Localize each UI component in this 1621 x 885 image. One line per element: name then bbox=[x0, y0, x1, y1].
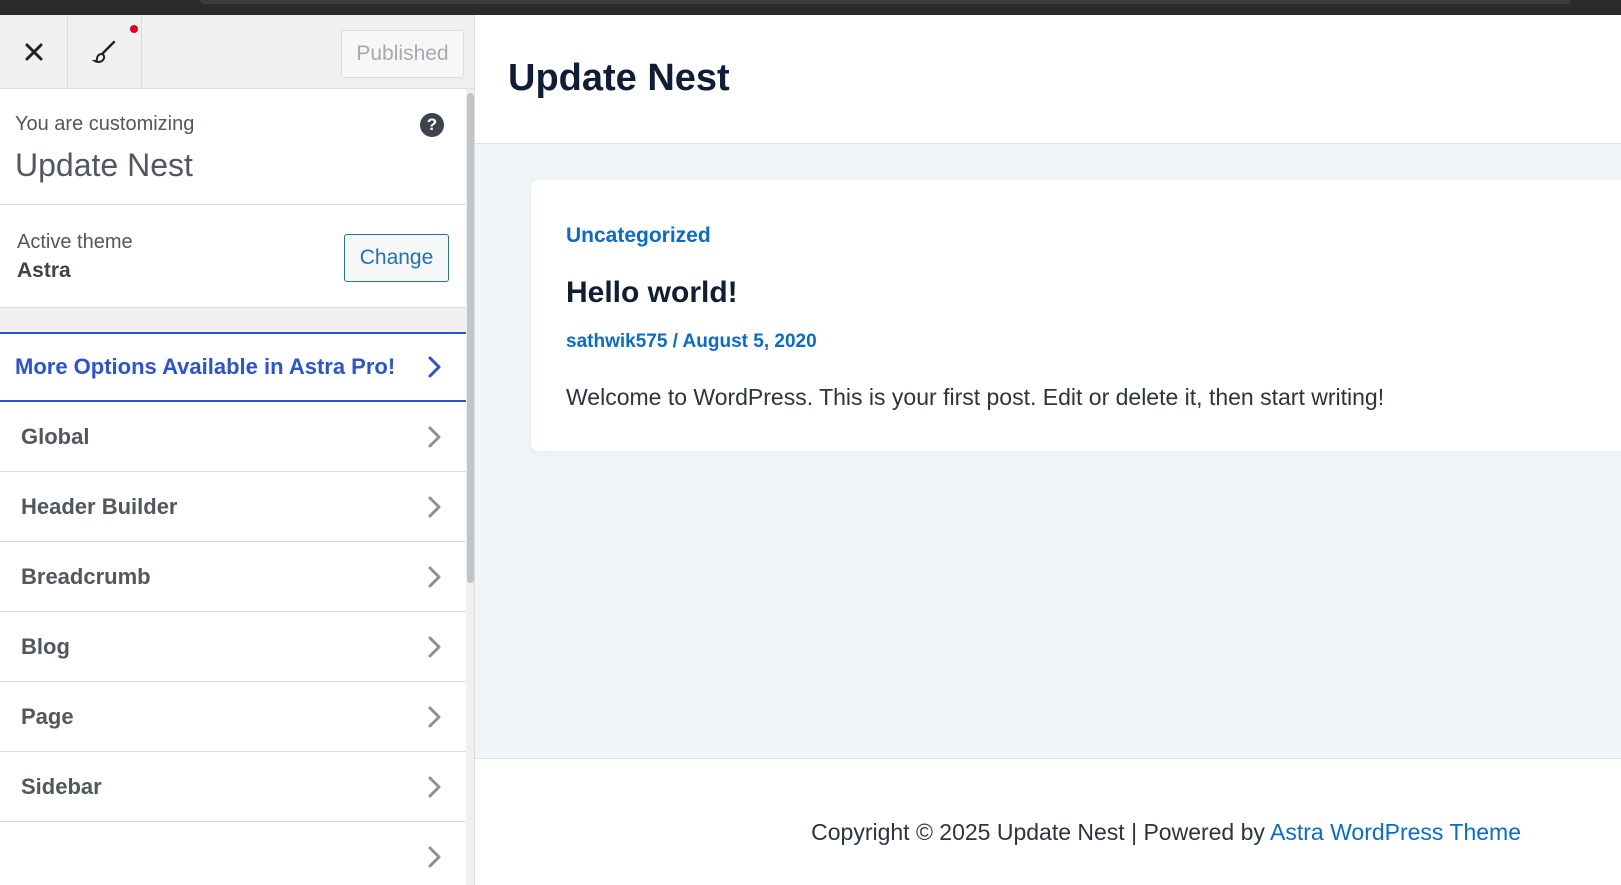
post-author-link[interactable]: sathwik575 bbox=[566, 331, 667, 352]
close-customizer-button[interactable] bbox=[0, 15, 68, 89]
active-theme-name: Astra bbox=[17, 259, 71, 282]
change-theme-button[interactable]: Change bbox=[344, 234, 449, 282]
footer-theme-link[interactable]: Astra WordPress Theme bbox=[1270, 819, 1521, 845]
menu-item-label: Global bbox=[21, 423, 90, 449]
menu-item-sidebar[interactable]: Sidebar bbox=[0, 752, 466, 822]
post-meta: sathwik575 / August 5, 2020 bbox=[566, 331, 817, 353]
chevron-right-icon bbox=[428, 496, 441, 517]
meta-separator: / bbox=[667, 331, 683, 352]
site-footer: Copyright © 2025 Update Nest | Powered b… bbox=[475, 758, 1621, 885]
menu-item-global[interactable]: Global bbox=[0, 402, 466, 472]
close-icon bbox=[25, 43, 42, 61]
post-card: Uncategorized Hello world! sathwik575 / … bbox=[531, 180, 1621, 451]
site-title[interactable]: Update Nest bbox=[508, 57, 730, 100]
chevron-right-icon bbox=[428, 636, 441, 657]
chevron-right-icon bbox=[428, 846, 441, 867]
chevron-right-icon bbox=[428, 706, 441, 727]
menu-item-blog[interactable]: Blog bbox=[0, 612, 466, 682]
active-theme-section: Active theme Astra Change bbox=[0, 205, 466, 308]
notification-dot bbox=[130, 25, 138, 33]
customizer-panel: You are customizing Update Nest ? Active… bbox=[0, 89, 466, 885]
active-theme-label: Active theme bbox=[17, 231, 133, 253]
post-date-link[interactable]: August 5, 2020 bbox=[683, 331, 817, 352]
sidebar-scrollbar[interactable] bbox=[466, 89, 474, 885]
customizing-site-name: Update Nest bbox=[15, 147, 193, 183]
customizer-header: Published bbox=[0, 15, 474, 89]
post-title[interactable]: Hello world! bbox=[566, 276, 738, 310]
chevron-right-icon bbox=[428, 776, 441, 797]
address-bar-edge bbox=[200, 0, 1571, 4]
post-category-link[interactable]: Uncategorized bbox=[566, 224, 711, 248]
paintbrush-icon bbox=[91, 40, 115, 63]
astra-pro-options-item[interactable]: More Options Available in Astra Pro! bbox=[0, 332, 466, 402]
scrollbar-thumb[interactable] bbox=[467, 93, 474, 583]
menu-item-label: Blog bbox=[21, 633, 70, 659]
astra-pro-label: More Options Available in Astra Pro! bbox=[15, 354, 396, 379]
customizer-sidebar: Published You are customizing Update Nes… bbox=[0, 15, 475, 885]
help-icon[interactable]: ? bbox=[420, 113, 444, 137]
menu-item-page[interactable]: Page bbox=[0, 682, 466, 752]
chevron-right-icon bbox=[428, 426, 441, 447]
menu-item-label: Page bbox=[21, 703, 74, 729]
menu-item-label: Header Builder bbox=[21, 493, 178, 519]
footer-copyright-text: Copyright © 2025 Update Nest | Powered b… bbox=[811, 819, 1271, 845]
section-divider bbox=[0, 308, 466, 332]
menu-item-partial[interactable] bbox=[0, 822, 466, 885]
customizing-info: You are customizing Update Nest ? bbox=[0, 89, 466, 205]
customizing-label: You are customizing bbox=[15, 113, 195, 135]
browser-top-bar bbox=[0, 0, 1621, 15]
menu-item-label: Sidebar bbox=[21, 773, 102, 799]
footer-copyright: Copyright © 2025 Update Nest | Powered b… bbox=[811, 819, 1521, 846]
site-preview: Update Nest Uncategorized Hello world! s… bbox=[475, 15, 1621, 885]
menu-item-breadcrumb[interactable]: Breadcrumb bbox=[0, 542, 466, 612]
menu-item-label: Breadcrumb bbox=[21, 563, 151, 589]
post-excerpt: Welcome to WordPress. This is your first… bbox=[566, 384, 1385, 410]
site-header: Update Nest bbox=[475, 15, 1621, 144]
customize-design-button[interactable] bbox=[68, 15, 142, 89]
chevron-right-icon bbox=[428, 356, 441, 378]
published-button[interactable]: Published bbox=[341, 30, 464, 78]
menu-item-header-builder[interactable]: Header Builder bbox=[0, 472, 466, 542]
chevron-right-icon bbox=[428, 566, 441, 587]
